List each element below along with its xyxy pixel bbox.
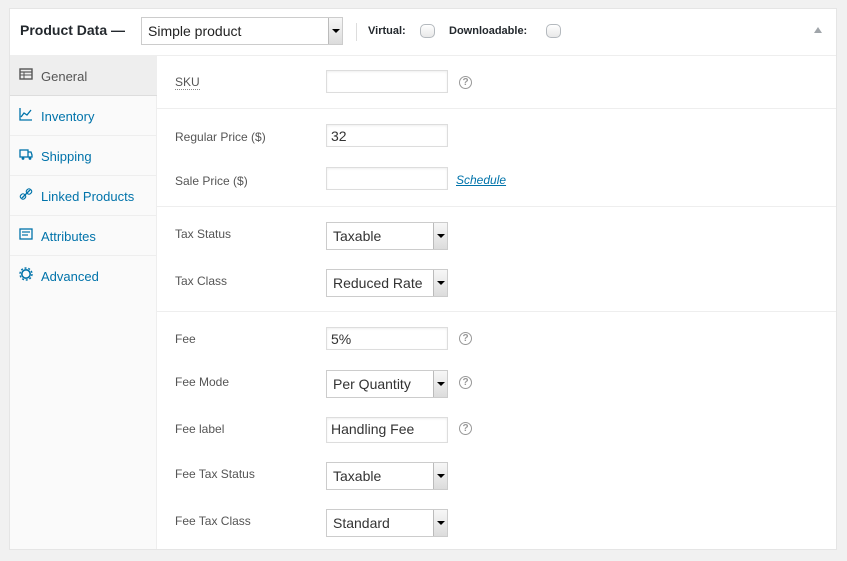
tax-class-select[interactable]: Reduced Rate bbox=[326, 269, 448, 297]
fee-mode-label: Fee Mode bbox=[175, 375, 230, 389]
virtual-checkbox[interactable] bbox=[420, 24, 435, 38]
tax-class-value: Reduced Rate bbox=[333, 275, 423, 291]
regular-price-input[interactable]: 32 bbox=[326, 124, 448, 147]
section-divider bbox=[156, 206, 836, 207]
fee-input[interactable]: 5% bbox=[326, 327, 448, 350]
product-type-select[interactable]: Simple product bbox=[141, 17, 343, 45]
truck-icon bbox=[19, 149, 33, 160]
section-divider bbox=[156, 311, 836, 312]
tax-class-label: Tax Class bbox=[175, 274, 228, 288]
fee-help-icon[interactable]: ? bbox=[459, 332, 472, 345]
chevron-down-icon bbox=[433, 270, 447, 296]
chevron-down-icon bbox=[433, 463, 447, 489]
sku-label: SKU bbox=[175, 75, 200, 90]
tab-label: Advanced bbox=[41, 269, 99, 284]
link-icon bbox=[19, 188, 33, 200]
tab-label: Attributes bbox=[41, 229, 96, 244]
list-icon bbox=[19, 228, 33, 240]
tab-attributes[interactable]: Attributes bbox=[10, 216, 156, 256]
sale-price-input[interactable] bbox=[326, 167, 448, 190]
tax-status-select[interactable]: Taxable bbox=[326, 222, 448, 250]
tab-label: Inventory bbox=[41, 109, 95, 124]
chevron-down-icon bbox=[433, 510, 447, 536]
tab-linked-products[interactable]: Linked Products bbox=[10, 176, 156, 216]
virtual-label: Virtual: bbox=[368, 25, 406, 37]
downloadable-label: Downloadable: bbox=[449, 25, 528, 37]
header-separator bbox=[356, 23, 357, 41]
fee-mode-value: Per Quantity bbox=[333, 376, 411, 392]
tab-general[interactable]: General bbox=[10, 56, 157, 96]
fee-label-label: Fee label bbox=[175, 422, 225, 436]
section-divider bbox=[156, 108, 836, 109]
panel-header: Product Data — Simple product Virtual: D… bbox=[10, 9, 836, 56]
product-data-tabs: General Inventory Shipping Linked Produc… bbox=[10, 56, 157, 549]
tab-label: Shipping bbox=[41, 149, 92, 164]
tab-inventory[interactable]: Inventory bbox=[10, 96, 156, 136]
fee-value: 5% bbox=[331, 331, 352, 347]
chevron-down-icon bbox=[328, 18, 342, 44]
fee-tax-class-value: Standard bbox=[333, 515, 390, 531]
sale-price-label: Sale Price ($) bbox=[175, 174, 248, 188]
chevron-down-icon bbox=[433, 223, 447, 249]
fee-label-help-icon[interactable]: ? bbox=[459, 422, 472, 435]
table-icon bbox=[19, 68, 33, 80]
fee-label: Fee bbox=[175, 332, 196, 346]
chart-icon bbox=[19, 108, 32, 121]
panel-title: Product Data — bbox=[20, 22, 126, 38]
fee-mode-select[interactable]: Per Quantity bbox=[326, 370, 448, 398]
chevron-down-icon bbox=[433, 371, 447, 397]
fee-tax-status-value: Taxable bbox=[333, 468, 382, 484]
fee-label-value: Handling Fee bbox=[331, 421, 415, 437]
fee-label-input[interactable]: Handling Fee bbox=[326, 417, 448, 443]
sku-input[interactable] bbox=[326, 70, 448, 93]
schedule-link[interactable]: Schedule bbox=[456, 173, 506, 187]
fee-tax-class-label: Fee Tax Class bbox=[175, 514, 251, 528]
tab-label: Linked Products bbox=[41, 189, 135, 204]
regular-price-label: Regular Price ($) bbox=[175, 130, 266, 144]
gear-icon bbox=[19, 267, 33, 281]
tab-advanced[interactable]: Advanced bbox=[10, 256, 156, 296]
fee-tax-status-label: Fee Tax Status bbox=[175, 467, 255, 481]
regular-price-value: 32 bbox=[331, 128, 347, 144]
collapse-toggle-icon[interactable] bbox=[814, 27, 822, 33]
downloadable-checkbox[interactable] bbox=[546, 24, 561, 38]
product-type-value: Simple product bbox=[148, 23, 242, 39]
tax-status-label: Tax Status bbox=[175, 227, 232, 241]
tax-status-value: Taxable bbox=[333, 228, 382, 244]
fee-tax-status-select[interactable]: Taxable bbox=[326, 462, 448, 490]
product-data-panel: Product Data — Simple product Virtual: D… bbox=[9, 8, 837, 550]
tab-label: General bbox=[41, 69, 88, 84]
sku-help-icon[interactable]: ? bbox=[459, 76, 472, 89]
fee-tax-class-select[interactable]: Standard bbox=[326, 509, 448, 537]
fee-mode-help-icon[interactable]: ? bbox=[459, 376, 472, 389]
tab-shipping[interactable]: Shipping bbox=[10, 136, 156, 176]
